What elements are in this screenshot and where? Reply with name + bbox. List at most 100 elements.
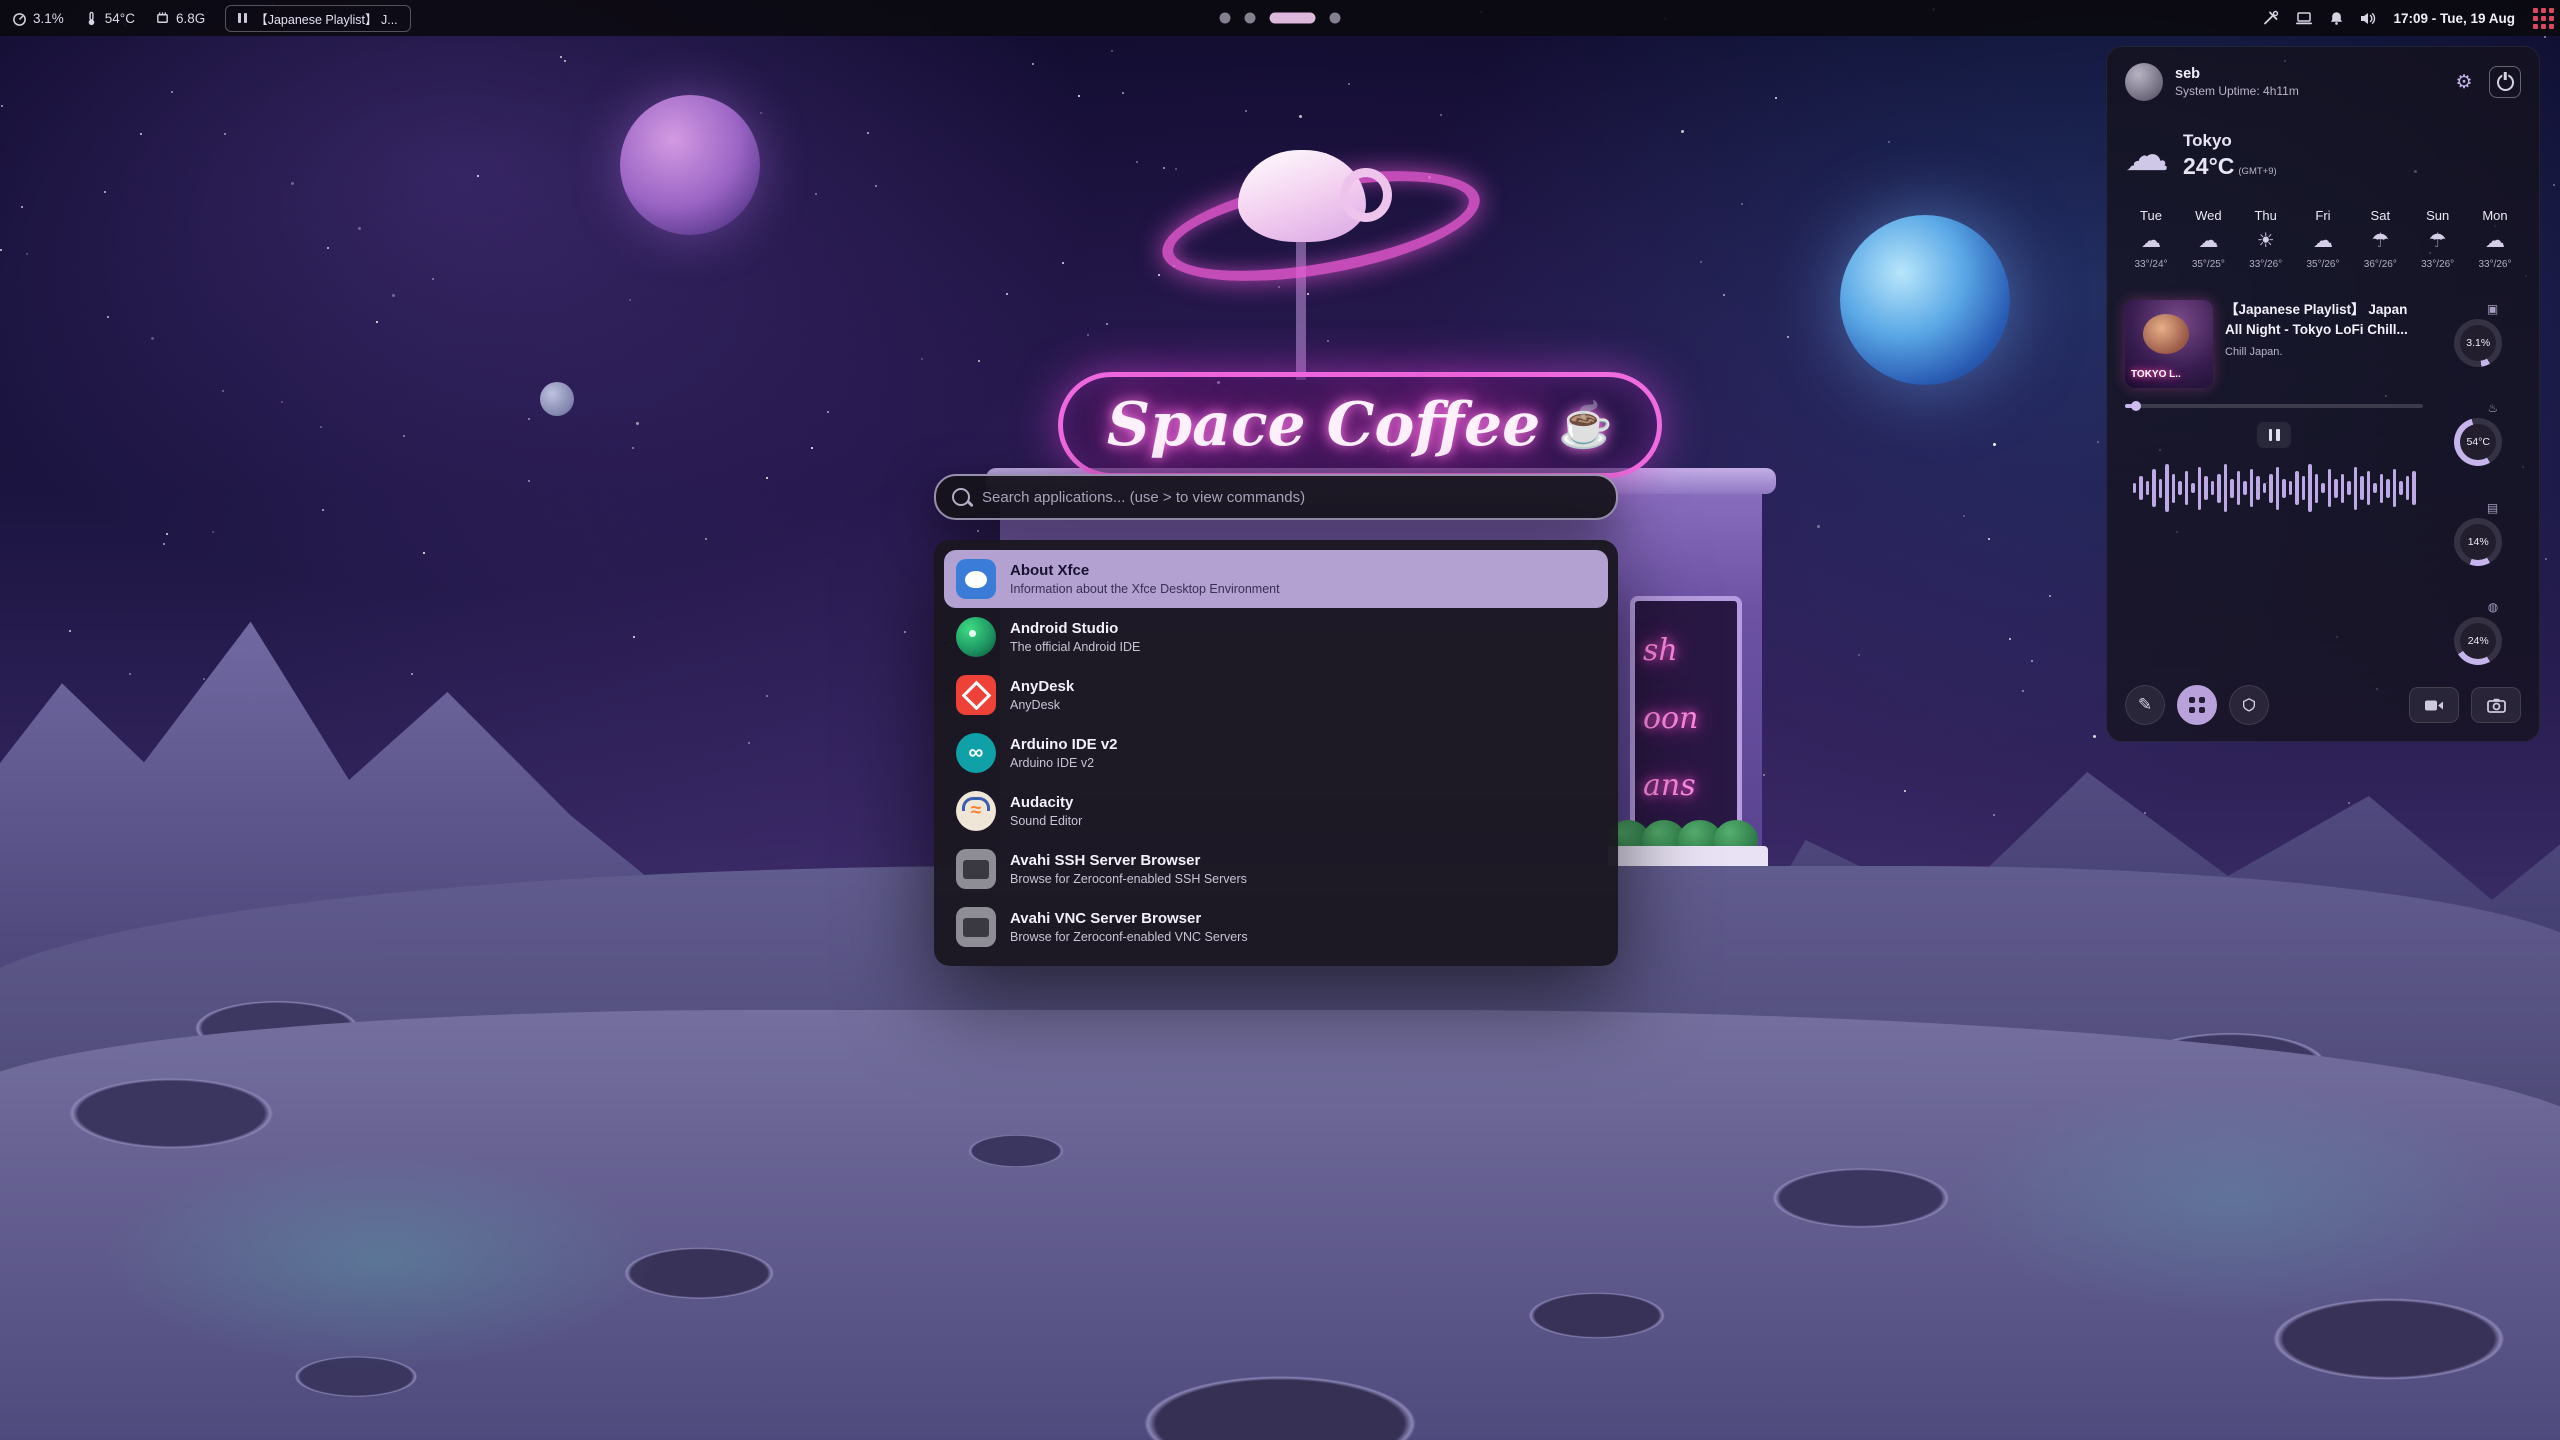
quick-actions: ✎: [2125, 685, 2521, 725]
track-subtitle: Chill Japan.: [2225, 346, 2408, 358]
app-name: AnyDesk: [1010, 678, 1074, 695]
app-grid-icon[interactable]: [2533, 8, 2538, 13]
terminal-icon: [956, 907, 996, 947]
search-box[interactable]: [934, 474, 1618, 520]
gear-icon: ⚙: [2455, 71, 2472, 94]
weather-city: Tokyo: [2183, 131, 2277, 151]
neon-sign: Space Coffee ☕: [1058, 372, 1662, 478]
cloud-icon: ☁: [2313, 231, 2333, 251]
notification-bell-icon[interactable]: [2329, 10, 2344, 26]
cpu-icon: ▣: [2487, 302, 2498, 316]
cloud-icon: ☁: [2485, 231, 2505, 251]
weather-temp: 24°C(GMT+9): [2183, 153, 2277, 180]
tools-icon[interactable]: [2263, 10, 2279, 26]
weather-header: ☁ Tokyo 24°C(GMT+9): [2125, 131, 2521, 180]
grid-icon: [2189, 697, 2195, 703]
pause-button[interactable]: [2257, 422, 2291, 448]
gauge: ◍ 24%: [2454, 600, 2502, 665]
app-desc: Arduino IDE v2: [1010, 756, 1118, 770]
app-desc: Browse for Zeroconf-enabled SSH Servers: [1010, 872, 1247, 886]
system-gauges: ▣ 3.1% ♨ 54°C ▤ 14% ◍ 24%: [2435, 300, 2521, 667]
purple-planet: [620, 95, 760, 235]
volume-icon[interactable]: [2360, 11, 2377, 26]
app-list-item[interactable]: Avahi VNC Server Browser Browse for Zero…: [944, 898, 1608, 956]
user-card: seb System Uptime: 4h11m ⚙: [2125, 63, 2521, 101]
clock[interactable]: 17:09 - Tue, 19 Aug: [2393, 11, 2515, 26]
gauge-ring: 24%: [2454, 617, 2502, 665]
coffee-cup-icon: ☕: [1558, 399, 1613, 451]
desktop: sh oon ans Space Coffee ☕ 3.1% 54°C 6.8G: [0, 0, 2560, 1440]
edit-theme-button[interactable]: ✎: [2125, 685, 2165, 725]
media-section: TOKYO L.. 【Japanese Playlist】 Japan All …: [2125, 300, 2521, 667]
small-moon: [540, 382, 574, 416]
earth-planet: [1840, 215, 2010, 385]
application-launcher: About Xfce Information about the Xfce De…: [934, 474, 1618, 966]
gauge: ▣ 3.1%: [2454, 302, 2502, 367]
workspace-dot[interactable]: [1245, 13, 1256, 24]
workspace-dot[interactable]: [1330, 13, 1341, 24]
memory-stat: 6.8G: [155, 11, 205, 26]
app-list-item[interactable]: AnyDesk AnyDesk: [944, 666, 1608, 724]
power-icon: [2497, 74, 2514, 91]
window-neon-text: oon: [1643, 701, 1698, 736]
temperature-icon: ♨: [2487, 401, 2498, 415]
security-button[interactable]: [2229, 685, 2269, 725]
album-art-text: TOKYO L..: [2131, 369, 2181, 380]
app-list-item[interactable]: Avahi SSH Server Browser Browse for Zero…: [944, 840, 1608, 898]
thermometer-icon: [84, 11, 99, 26]
top-bar-right: 17:09 - Tue, 19 Aug: [2263, 10, 2548, 26]
temperature-stat: 54°C: [84, 11, 135, 26]
display-icon[interactable]: [2295, 11, 2313, 26]
pause-icon: [238, 13, 247, 23]
power-button[interactable]: [2489, 66, 2521, 98]
cloud-icon: ☁: [2141, 231, 2161, 251]
cpu-gauge-icon: [12, 11, 27, 26]
app-name: Android Studio: [1010, 620, 1140, 637]
screenshot-button[interactable]: [2471, 687, 2521, 723]
forecast-day: Fri ☁ 35°/26°: [2297, 208, 2349, 270]
video-camera-icon: [2424, 698, 2444, 713]
forecast-day: Thu ☀ 33°/26°: [2240, 208, 2292, 270]
progress-bar[interactable]: [2125, 404, 2423, 408]
workspace-dot[interactable]: [1220, 13, 1231, 24]
forecast-day: Sun ☂ 33°/26°: [2412, 208, 2464, 270]
weather-forecast: Tue ☁ 33°/24° Wed ☁ 35°/25° Thu ☀ 33°/26…: [2125, 208, 2521, 270]
media-player: TOKYO L.. 【Japanese Playlist】 Japan All …: [2125, 300, 2423, 667]
gauge: ♨ 54°C: [2454, 401, 2502, 466]
settings-button[interactable]: ⚙: [2449, 67, 2479, 97]
track-title: 【Japanese Playlist】 Japan All Night - To…: [2225, 300, 2408, 339]
app-name: Avahi VNC Server Browser: [1010, 910, 1248, 927]
app-list: About Xfce Information about the Xfce De…: [934, 540, 1618, 966]
now-playing-pill[interactable]: 【Japanese Playlist】 J...: [225, 5, 410, 32]
progress-knob[interactable]: [2131, 401, 2141, 411]
forecast-day: Wed ☁ 35°/25°: [2182, 208, 2234, 270]
system-uptime: System Uptime: 4h11m: [2175, 84, 2299, 98]
app-desc: Sound Editor: [1010, 814, 1082, 828]
disk-icon: ◍: [2488, 600, 2498, 614]
app-list-item[interactable]: Audacity Sound Editor: [944, 782, 1608, 840]
audacity-icon: [956, 791, 996, 831]
screen-record-button[interactable]: [2409, 687, 2459, 723]
rain-icon: ☂: [2371, 231, 2389, 251]
app-list-item[interactable]: Arduino IDE v2 Arduino IDE v2: [944, 724, 1608, 782]
terminal-icon: [956, 849, 996, 889]
cloud-icon: ☁: [2198, 231, 2218, 251]
memory-icon: ▤: [2487, 501, 2498, 515]
app-desc: The official Android IDE: [1010, 640, 1140, 654]
search-input[interactable]: [980, 488, 1600, 507]
gauge: ▤ 14%: [2454, 501, 2502, 566]
rain-icon: ☂: [2429, 231, 2447, 251]
app-name: Arduino IDE v2: [1010, 736, 1118, 753]
workspace-dot-active[interactable]: [1270, 13, 1316, 24]
xfce-mouse-icon: [956, 559, 996, 599]
app-list-item[interactable]: Android Studio The official Android IDE: [944, 608, 1608, 666]
app-grid-button[interactable]: [2177, 685, 2217, 725]
arduino-infinity-icon: [956, 733, 996, 773]
app-name: Audacity: [1010, 794, 1082, 811]
cpu-stat: 3.1%: [12, 11, 64, 26]
app-list-item[interactable]: About Xfce Information about the Xfce De…: [944, 550, 1608, 608]
gauge-ring: 54°C: [2454, 418, 2502, 466]
username: seb: [2175, 66, 2299, 82]
moon-ground-front: [0, 1010, 2560, 1440]
gauge-ring: 14%: [2454, 518, 2502, 566]
